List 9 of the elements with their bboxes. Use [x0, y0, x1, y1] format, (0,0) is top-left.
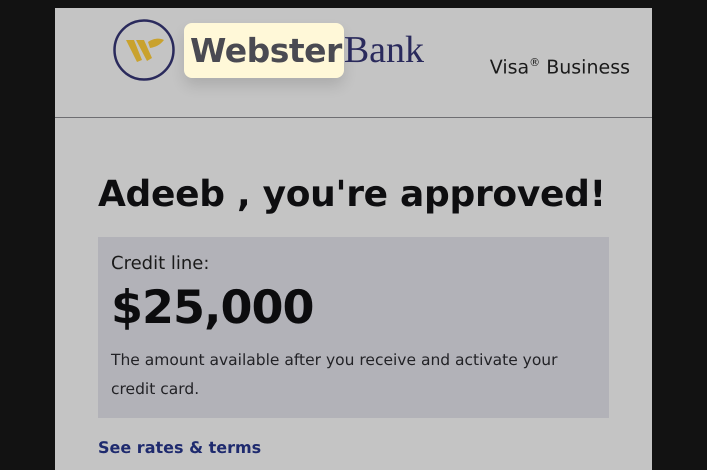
rates-terms-link[interactable]: See rates & terms — [98, 438, 262, 457]
credit-note: The amount available after you receive and activate your credit card. — [111, 350, 559, 400]
logo-wordmark: Bank — [344, 28, 424, 72]
product-name: Visa$^{®}$ Business — [490, 56, 630, 78]
approval-heading: Adeeb , you're approved! — [98, 174, 607, 215]
logo-wordmark: Webster — [184, 22, 344, 78]
credit-amount: $25,000 — [111, 280, 315, 334]
logo-icon — [112, 18, 176, 82]
credit-line-label: Credit line: — [111, 253, 210, 274]
